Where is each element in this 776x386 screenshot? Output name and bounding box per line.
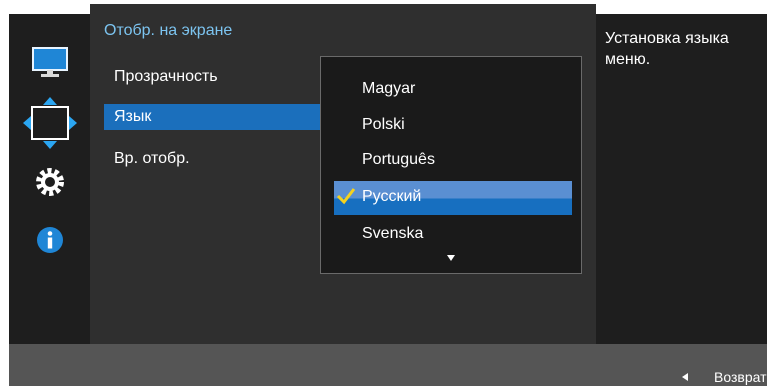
bottom-bar xyxy=(9,344,767,386)
language-option[interactable]: Polski xyxy=(362,116,405,134)
language-dropdown[interactable] xyxy=(320,56,582,274)
info-icon[interactable] xyxy=(36,226,64,254)
help-text: Установка языка меню. xyxy=(605,30,729,68)
menu-title: Отобр. на экране xyxy=(104,22,233,39)
language-option-selected[interactable]: Русский xyxy=(362,188,421,206)
chevron-down-icon[interactable] xyxy=(447,255,455,261)
move-arrows-icon[interactable] xyxy=(22,96,78,150)
language-option[interactable]: Português xyxy=(362,151,435,169)
language-option[interactable]: Svenska xyxy=(362,225,423,243)
monitor-icon[interactable] xyxy=(30,46,70,78)
menu-item-language[interactable]: Язык xyxy=(104,104,322,130)
osd-window: Отобр. на экране Прозрачность Язык Вр. о… xyxy=(0,0,776,386)
left-arrow-icon xyxy=(682,373,688,381)
menu-item-display-time[interactable]: Вр. отобр. xyxy=(114,150,190,168)
language-option[interactable]: Magyar xyxy=(362,80,415,98)
checkmark-icon xyxy=(336,188,356,205)
gear-icon[interactable] xyxy=(34,166,66,198)
back-label: Возврат xyxy=(714,369,767,385)
menu-item-transparency[interactable]: Прозрачность xyxy=(114,68,218,86)
